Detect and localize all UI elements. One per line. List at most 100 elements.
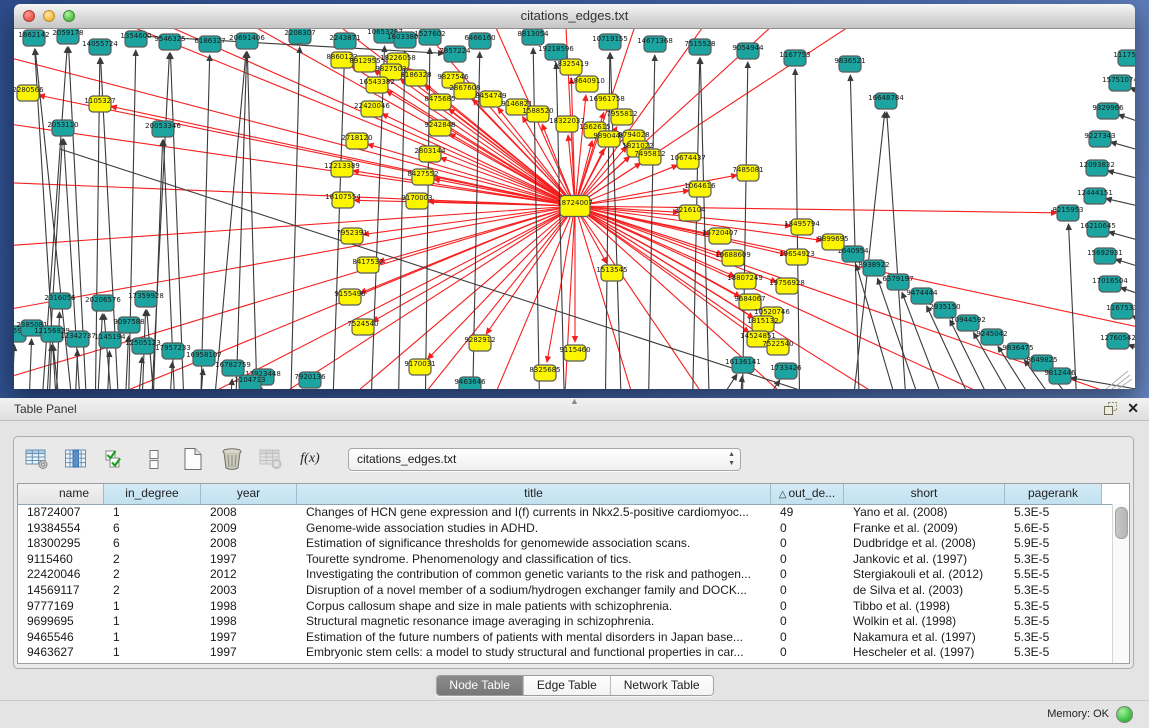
network-node[interactable]: 7522540 <box>762 339 793 355</box>
network-node[interactable]: 2718120 <box>341 133 372 149</box>
network-node[interactable]: 9474444 <box>906 288 938 304</box>
network-node[interactable]: 1064616 <box>684 181 716 197</box>
float-panel-icon[interactable] <box>1104 402 1117 415</box>
table-row[interactable]: 977716911998Corpus callosum shape and si… <box>18 599 1129 615</box>
table-row[interactable]: 911546021997Tourette syndrome. Phenomeno… <box>18 552 1129 568</box>
network-node[interactable]: 1733426 <box>770 363 802 379</box>
network-node[interactable]: 1513545 <box>596 265 627 281</box>
network-node[interactable]: 8813054 <box>517 29 549 45</box>
table-row[interactable]: 1938455462009Genome-wide association stu… <box>18 521 1129 537</box>
table-row[interactable]: 946362711997Embryonic stem cells: a mode… <box>18 645 1129 661</box>
network-node[interactable]: 9282912 <box>464 335 495 351</box>
resize-grip-icon[interactable] <box>1106 371 1128 389</box>
column-header-name[interactable]: name <box>18 484 104 504</box>
network-node[interactable]: 9170031 <box>404 359 435 375</box>
network-node[interactable]: 2803144 <box>414 146 446 162</box>
delete-column-icon[interactable] <box>219 446 245 472</box>
network-node[interactable]: 18325419 <box>553 59 589 75</box>
network-node[interactable]: 9227343 <box>1084 131 1115 147</box>
window-titlebar[interactable]: citations_edges.txt <box>14 4 1135 29</box>
network-node[interactable]: 16961758 <box>589 94 625 110</box>
network-node[interactable]: 12093832 <box>1079 160 1115 176</box>
network-node[interactable]: 1167753 <box>779 50 810 66</box>
network-node[interactable]: 8427552 <box>407 169 438 185</box>
new-column-icon[interactable] <box>180 446 206 472</box>
network-node[interactable]: 9836521 <box>834 56 865 72</box>
close-panel-icon[interactable]: ✕ <box>1127 401 1139 416</box>
tab-node-table[interactable]: Node Table <box>436 676 524 695</box>
network-node[interactable]: 9115460 <box>559 345 590 361</box>
network-node[interactable]: 2053110 <box>47 120 78 136</box>
network-node[interactable]: 9329966 <box>1092 103 1124 119</box>
network-node[interactable]: 1354600 <box>120 31 151 47</box>
column-header-short[interactable]: short <box>844 484 1005 504</box>
table-row[interactable]: 946554611997Estimation of the future num… <box>18 630 1129 646</box>
column-selector-icon[interactable] <box>63 446 89 472</box>
network-node[interactable]: 8215953 <box>1052 205 1083 221</box>
scrollbar-thumb[interactable] <box>1115 507 1128 539</box>
network-node[interactable]: 12444151 <box>1077 188 1113 204</box>
table-row[interactable]: 2242004622012Investigating the contribut… <box>18 567 1129 583</box>
network-node[interactable]: 9155496 <box>334 289 366 305</box>
network-node[interactable]: 17359928 <box>128 291 164 307</box>
table-row[interactable]: 1456911722003Disruption of a novel membe… <box>18 583 1129 599</box>
table-scrollbar[interactable] <box>1112 504 1129 663</box>
table-row[interactable]: 1872400712008Changes of HCN gene express… <box>18 505 1129 521</box>
network-node[interactable]: 7495812 <box>634 149 665 165</box>
network-node[interactable]: 6379197 <box>882 274 913 290</box>
network-node[interactable]: 6466160 <box>464 33 495 49</box>
network-node[interactable]: 7920136 <box>294 372 326 388</box>
network-node[interactable]: 7857224 <box>439 46 471 62</box>
network-node[interactable]: 19654923 <box>779 249 815 265</box>
tab-network-table[interactable]: Network Table <box>611 676 713 695</box>
network-node[interactable]: 20053346 <box>145 121 181 137</box>
network-node[interactable]: 9242848 <box>424 120 455 136</box>
network-node[interactable]: 10719155 <box>592 34 628 50</box>
memory-status-led[interactable] <box>1116 706 1133 723</box>
network-node[interactable]: 14671368 <box>637 36 673 52</box>
network-node[interactable]: 9245042 <box>976 329 1007 345</box>
network-node[interactable]: 18107554 <box>325 192 361 208</box>
network-node[interactable]: 6186327 <box>194 36 225 52</box>
network-node[interactable]: 7485081 <box>732 165 763 181</box>
network-node[interactable]: 15720407 <box>702 228 738 244</box>
network-node[interactable]: 8475685 <box>424 94 455 110</box>
network-node[interactable]: 2280566 <box>14 85 44 101</box>
network-node[interactable]: 20691406 <box>229 33 265 49</box>
select-all-icon[interactable] <box>102 446 128 472</box>
network-node[interactable]: 15692931 <box>1087 248 1123 264</box>
network-node[interactable]: 18807249 <box>727 273 763 289</box>
function-builder-icon[interactable]: f(x) <box>297 446 323 472</box>
network-node[interactable]: 16648784 <box>868 93 904 109</box>
tab-edge-table[interactable]: Edge Table <box>524 676 611 695</box>
network-node[interactable]: 2059178 <box>52 29 83 44</box>
network-node[interactable]: 2316056 <box>44 293 76 309</box>
network-node[interactable]: 1167533 <box>1106 303 1135 319</box>
network-node[interactable]: 9097588 <box>113 317 144 333</box>
network-node[interactable]: 1117546 <box>1113 50 1135 66</box>
network-node[interactable]: 7952391 <box>336 228 367 244</box>
table-row[interactable]: 1830029562008Estimation of significance … <box>18 536 1129 552</box>
network-node[interactable]: 20206576 <box>85 295 121 311</box>
network-node[interactable]: 1104713 <box>234 375 265 389</box>
network-node[interactable]: 8938922 <box>858 260 889 276</box>
network-node[interactable]: 3216104 <box>674 205 706 221</box>
zoom-window-button[interactable] <box>63 10 75 22</box>
network-node[interactable]: 8186328 <box>400 70 431 86</box>
network-node[interactable]: 9812446 <box>1044 368 1076 384</box>
network-node[interactable]: 8417532 <box>352 257 383 273</box>
network-node[interactable]: 2208307 <box>284 29 315 44</box>
network-node[interactable]: 9054944 <box>732 43 764 59</box>
network-node[interactable]: 9546325 <box>154 34 185 50</box>
network-node[interactable]: 9899695 <box>817 234 848 250</box>
network-node[interactable]: 1105327 <box>84 96 115 112</box>
column-header-out_de[interactable]: △out_de... <box>771 484 844 504</box>
network-hub-node[interactable]: 18724007 <box>557 196 593 217</box>
network-node[interactable]: 15751074 <box>1102 75 1135 91</box>
network-node[interactable]: 16210645 <box>1080 221 1116 237</box>
minimize-window-button[interactable] <box>43 10 55 22</box>
network-node[interactable]: 9170003 <box>401 193 432 209</box>
column-header-in_degree[interactable]: in_degree <box>104 484 201 504</box>
network-node[interactable]: 19756928 <box>769 278 805 294</box>
network-node[interactable]: 7515528 <box>684 39 715 55</box>
